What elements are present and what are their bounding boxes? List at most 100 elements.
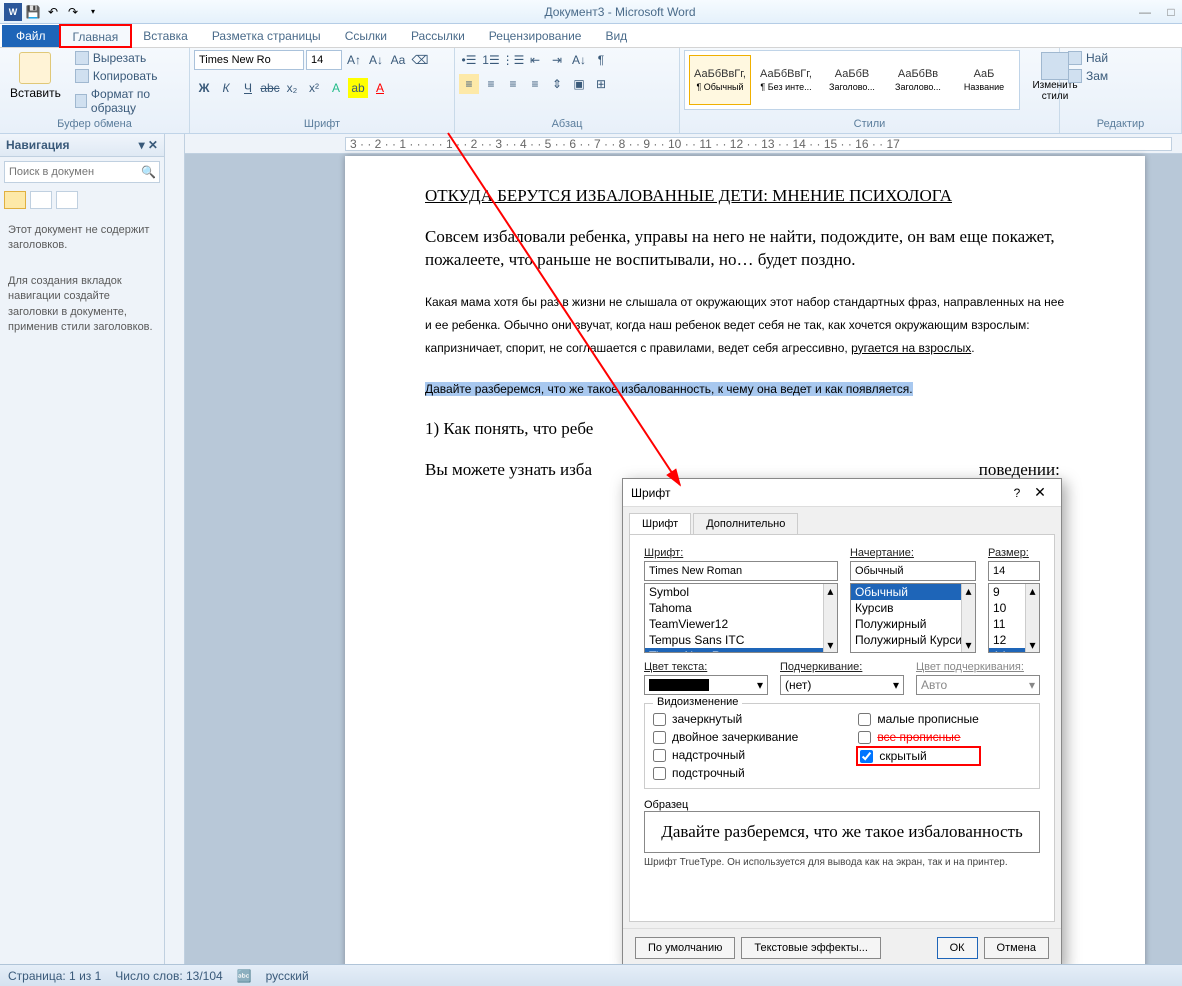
multilevel-icon[interactable]: ⋮☰ xyxy=(503,50,523,70)
replace-button[interactable]: Зам xyxy=(1064,68,1112,84)
horizontal-ruler[interactable]: 3 · · 2 · · 1 · · · · · 1 · · 2 · · 3 · … xyxy=(185,134,1182,154)
superscript-button[interactable]: x² xyxy=(304,78,324,98)
clear-format-icon[interactable]: ⌫ xyxy=(410,50,430,70)
underline-button[interactable]: Ч xyxy=(238,78,258,98)
qat-customize-icon[interactable]: ▾ xyxy=(84,3,102,21)
list-item[interactable]: Tahoma xyxy=(645,600,837,616)
list-item[interactable]: Обычный xyxy=(851,584,975,600)
superscript-checkbox[interactable]: надстрочный xyxy=(653,748,798,762)
doc-paragraph[interactable]: 1) Как понять, что ребе xyxy=(425,418,1065,441)
shrink-font-icon[interactable]: A↓ xyxy=(366,50,386,70)
allcaps-checkbox[interactable]: все прописные xyxy=(858,730,979,744)
maximize-button[interactable]: □ xyxy=(1164,5,1178,19)
change-case-icon[interactable]: Aa xyxy=(388,50,408,70)
style-item[interactable]: АаБбВЗаголово... xyxy=(821,55,883,105)
list-item[interactable]: Tempus Sans ITC xyxy=(645,632,837,648)
doc-paragraph-selected[interactable]: Давайте разберемся, что же такое избалов… xyxy=(425,377,1065,400)
vertical-ruler[interactable] xyxy=(165,134,185,966)
indent-dec-icon[interactable]: ⇤ xyxy=(525,50,545,70)
undo-icon[interactable]: ↶ xyxy=(44,3,62,21)
font-name-input[interactable] xyxy=(194,50,304,70)
dialog-close-button[interactable]: ✕ xyxy=(1027,484,1053,501)
font-list[interactable]: SymbolTahomaTeamViewer12Tempus Sans ITCT… xyxy=(644,583,838,653)
show-marks-icon[interactable]: ¶ xyxy=(591,50,611,70)
status-language[interactable]: русский xyxy=(266,969,309,983)
font-color-select[interactable]: ▾ xyxy=(644,675,768,695)
list-item[interactable]: Полужирный Курсив xyxy=(851,632,975,648)
mailings-tab[interactable]: Рассылки xyxy=(399,25,477,47)
double-strike-checkbox[interactable]: двойное зачеркивание xyxy=(653,730,798,744)
status-words[interactable]: Число слов: 13/104 xyxy=(115,969,222,983)
paste-button[interactable]: Вставить xyxy=(4,50,67,102)
list-item[interactable]: TeamViewer12 xyxy=(645,616,837,632)
style-item[interactable]: АаБбВвГг,¶ Обычный xyxy=(689,55,751,105)
find-button[interactable]: Най xyxy=(1064,50,1112,66)
search-icon[interactable]: 🔍 xyxy=(141,165,156,179)
dialog-tab-font[interactable]: Шрифт xyxy=(629,513,691,534)
list-item[interactable]: Times New Roman xyxy=(645,648,837,653)
font-color-icon[interactable]: A xyxy=(370,78,390,98)
underline-select[interactable]: (нет)▾ xyxy=(780,675,904,695)
bullets-icon[interactable]: •☰ xyxy=(459,50,479,70)
font-name-field[interactable] xyxy=(644,561,838,581)
cancel-button[interactable]: Отмена xyxy=(984,937,1049,959)
smallcaps-checkbox[interactable]: малые прописные xyxy=(858,712,979,726)
align-center-icon[interactable]: ≡ xyxy=(481,74,501,94)
home-tab[interactable]: Главная xyxy=(60,25,132,47)
line-spacing-icon[interactable]: ⇕ xyxy=(547,74,567,94)
grow-font-icon[interactable]: A↑ xyxy=(344,50,364,70)
status-page[interactable]: Страница: 1 из 1 xyxy=(8,969,101,983)
default-button[interactable]: По умолчанию xyxy=(635,937,735,959)
underline-color-select[interactable]: Авто▾ xyxy=(916,675,1040,695)
nav-tab-results[interactable] xyxy=(56,191,78,209)
font-size-input[interactable] xyxy=(306,50,342,70)
style-item[interactable]: АаБбВвГг,¶ Без инте... xyxy=(755,55,817,105)
doc-heading[interactable]: ОТКУДА БЕРУТСЯ ИЗБАЛОВАННЫЕ ДЕТИ: МНЕНИЕ… xyxy=(425,186,1065,206)
align-left-icon[interactable]: ≡ xyxy=(459,74,479,94)
font-size-field[interactable] xyxy=(988,561,1040,581)
subscript-checkbox[interactable]: подстрочный xyxy=(653,766,798,780)
size-list[interactable]: 910111214▴▾ xyxy=(988,583,1040,653)
font-style-field[interactable] xyxy=(850,561,976,581)
file-tab[interactable]: Файл xyxy=(2,25,60,47)
highlight-icon[interactable]: ab xyxy=(348,78,368,98)
bold-button[interactable]: Ж xyxy=(194,78,214,98)
references-tab[interactable]: Ссылки xyxy=(333,25,399,47)
nav-tab-headings[interactable] xyxy=(4,191,26,209)
redo-icon[interactable]: ↷ xyxy=(64,3,82,21)
subscript-button[interactable]: x₂ xyxy=(282,78,302,98)
align-justify-icon[interactable]: ≡ xyxy=(525,74,545,94)
numbering-icon[interactable]: 1☰ xyxy=(481,50,501,70)
list-item[interactable]: Полужирный xyxy=(851,616,975,632)
hidden-checkbox[interactable]: скрытый xyxy=(858,748,979,764)
borders-icon[interactable]: ⊞ xyxy=(591,74,611,94)
minimize-button[interactable]: — xyxy=(1138,5,1152,19)
styles-gallery[interactable]: АаБбВвГг,¶ ОбычныйАаБбВвГг,¶ Без инте...… xyxy=(684,50,1020,110)
style-list[interactable]: ОбычныйКурсивПолужирныйПолужирный Курсив… xyxy=(850,583,976,653)
nav-tab-pages[interactable] xyxy=(30,191,52,209)
text-effects-icon[interactable]: A xyxy=(326,78,346,98)
style-item[interactable]: АаБбВвЗаголово... xyxy=(887,55,949,105)
dialog-help-button[interactable]: ? xyxy=(1007,486,1027,500)
scrollbar[interactable]: ▴▾ xyxy=(1025,584,1039,652)
sort-icon[interactable]: A↓ xyxy=(569,50,589,70)
format-painter-button[interactable]: Формат по образцу xyxy=(71,86,185,116)
strike-checkbox[interactable]: зачеркнутый xyxy=(653,712,798,726)
review-tab[interactable]: Рецензирование xyxy=(477,25,594,47)
align-right-icon[interactable]: ≡ xyxy=(503,74,523,94)
scrollbar[interactable]: ▴▾ xyxy=(961,584,975,652)
doc-paragraph[interactable]: Совсем избаловали ребенка, управы на нег… xyxy=(425,226,1065,272)
scrollbar[interactable]: ▴▾ xyxy=(823,584,837,652)
strike-button[interactable]: abc xyxy=(260,78,280,98)
copy-button[interactable]: Копировать xyxy=(71,68,185,84)
doc-paragraph[interactable]: Какая мама хотя бы раз в жизни не слышал… xyxy=(425,290,1065,359)
layout-tab[interactable]: Разметка страницы xyxy=(200,25,333,47)
cut-button[interactable]: Вырезать xyxy=(71,50,185,66)
list-item[interactable]: Symbol xyxy=(645,584,837,600)
view-tab[interactable]: Вид xyxy=(593,25,639,47)
ok-button[interactable]: ОК xyxy=(937,937,978,959)
insert-tab[interactable]: Вставка xyxy=(131,25,200,47)
shading-icon[interactable]: ▣ xyxy=(569,74,589,94)
indent-inc-icon[interactable]: ⇥ xyxy=(547,50,567,70)
nav-dropdown-icon[interactable]: ▾ ✕ xyxy=(139,138,158,152)
